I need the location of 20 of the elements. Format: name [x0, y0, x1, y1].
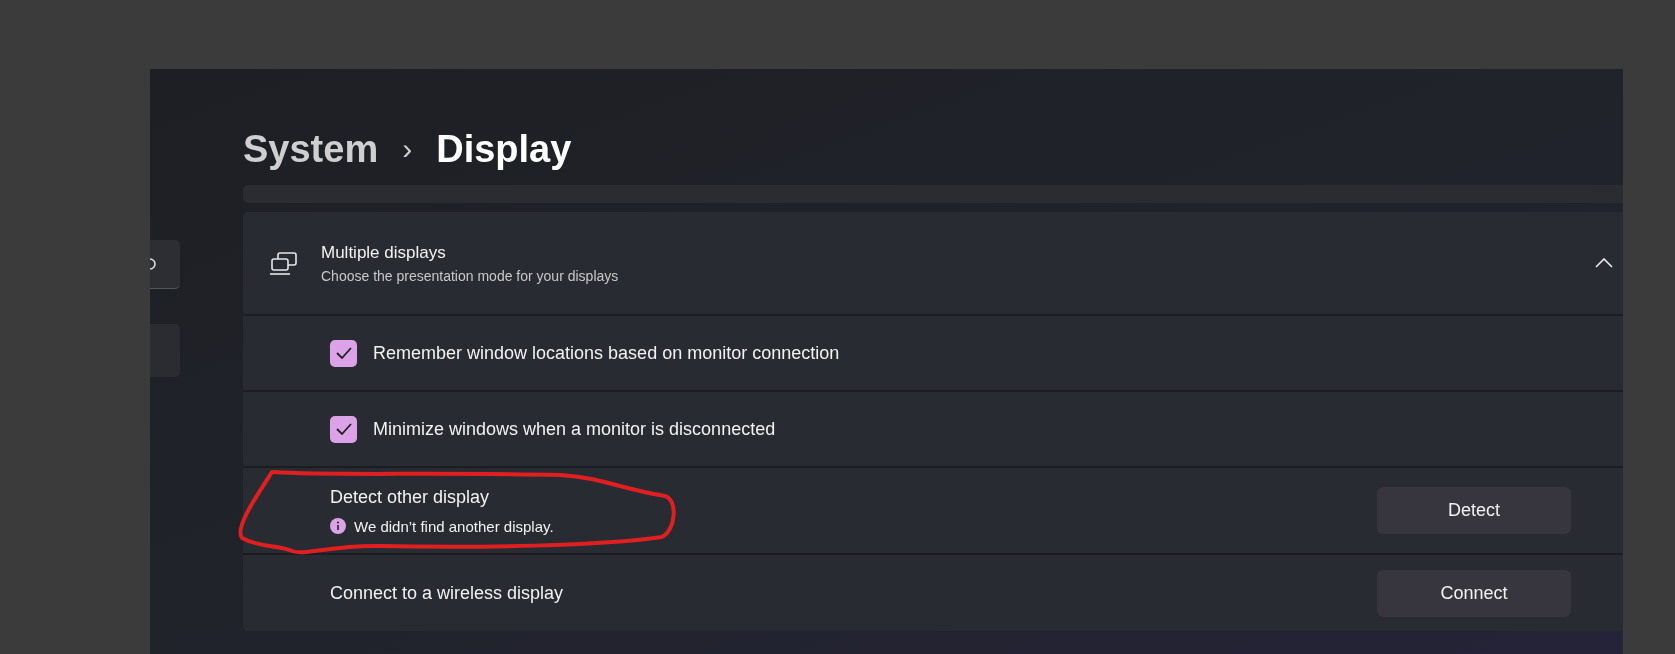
info-icon [330, 518, 346, 534]
status-message: We didn’t find another display. [354, 517, 554, 535]
monitors-icon [269, 251, 299, 275]
breadcrumb-separator: › [402, 132, 413, 166]
checkbox-label: Remember window locations based on monitor connection [373, 342, 840, 364]
check-icon [335, 347, 352, 359]
button-control[interactable]: Connect [1377, 569, 1571, 617]
setting-label: Detect other display [330, 486, 491, 508]
button-control[interactable]: Detect [1377, 487, 1571, 534]
section-subtitle: Choose the presentation mode for your displays [321, 267, 620, 284]
checkbox[interactable] [330, 415, 357, 443]
breadcrumb-parent[interactable]: System [243, 127, 379, 171]
setting-label: Connect to a wireless display [330, 582, 565, 604]
checkbox-label: Minimize windows when a monitor is disconnected [373, 418, 776, 440]
section-title: Multiple displays [321, 242, 447, 263]
chevron-up-icon[interactable] [1595, 258, 1613, 268]
page-title: Display [436, 127, 572, 171]
checkbox[interactable] [330, 339, 357, 367]
check-icon [335, 423, 352, 435]
search-field[interactable] [150, 240, 180, 289]
